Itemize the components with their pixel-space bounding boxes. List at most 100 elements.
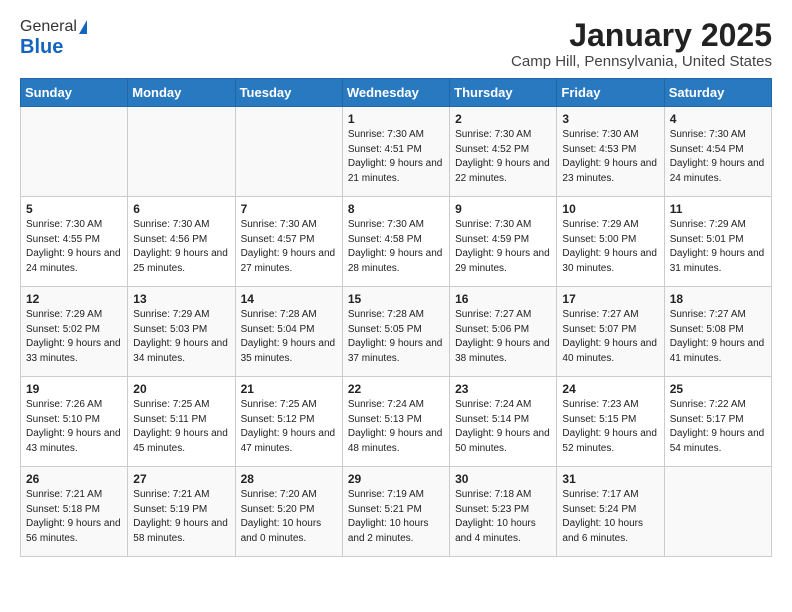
calendar-cell: 7 Sunrise: 7:30 AM Sunset: 4:57 PM Daylig… bbox=[235, 197, 342, 287]
calendar-week-row: 26 Sunrise: 7:21 AM Sunset: 5:18 PM Dayli… bbox=[21, 467, 772, 557]
day-number: 10 bbox=[562, 202, 658, 216]
day-number: 24 bbox=[562, 382, 658, 396]
calendar-cell: 12 Sunrise: 7:29 AM Sunset: 5:02 PM Dayli… bbox=[21, 287, 128, 377]
day-info: Sunrise: 7:17 AM Sunset: 5:24 PM Dayligh… bbox=[562, 488, 658, 546]
day-info: Sunrise: 7:23 AM Sunset: 5:15 PM Dayligh… bbox=[562, 398, 658, 456]
day-number: 8 bbox=[348, 202, 444, 216]
day-info: Sunrise: 7:29 AM Sunset: 5:02 PM Dayligh… bbox=[26, 308, 122, 366]
day-info: Sunrise: 7:29 AM Sunset: 5:01 PM Dayligh… bbox=[670, 218, 766, 276]
day-number: 2 bbox=[455, 112, 551, 126]
day-number: 6 bbox=[133, 202, 229, 216]
day-number: 12 bbox=[26, 292, 122, 306]
day-number: 11 bbox=[670, 202, 766, 216]
calendar-cell: 8 Sunrise: 7:30 AM Sunset: 4:58 PM Daylig… bbox=[342, 197, 449, 287]
calendar-cell: 17 Sunrise: 7:27 AM Sunset: 5:07 PM Dayli… bbox=[557, 287, 664, 377]
weekday-header: Friday bbox=[557, 79, 664, 107]
calendar-cell: 15 Sunrise: 7:28 AM Sunset: 5:05 PM Dayli… bbox=[342, 287, 449, 377]
calendar-page: General Blue January 2025 Camp Hill, Pen… bbox=[0, 0, 792, 575]
calendar-cell: 13 Sunrise: 7:29 AM Sunset: 5:03 PM Dayli… bbox=[128, 287, 235, 377]
calendar-cell: 3 Sunrise: 7:30 AM Sunset: 4:53 PM Daylig… bbox=[557, 107, 664, 197]
day-info: Sunrise: 7:29 AM Sunset: 5:03 PM Dayligh… bbox=[133, 308, 229, 366]
day-info: Sunrise: 7:22 AM Sunset: 5:17 PM Dayligh… bbox=[670, 398, 766, 456]
day-number: 19 bbox=[26, 382, 122, 396]
calendar-cell bbox=[21, 107, 128, 197]
calendar-header: SundayMondayTuesdayWednesdayThursdayFrid… bbox=[21, 79, 772, 107]
header: General Blue January 2025 Camp Hill, Pen… bbox=[20, 18, 772, 70]
day-info: Sunrise: 7:21 AM Sunset: 5:18 PM Dayligh… bbox=[26, 488, 122, 546]
weekday-header: Saturday bbox=[664, 79, 771, 107]
day-number: 16 bbox=[455, 292, 551, 306]
day-info: Sunrise: 7:30 AM Sunset: 4:52 PM Dayligh… bbox=[455, 128, 551, 186]
calendar-week-row: 12 Sunrise: 7:29 AM Sunset: 5:02 PM Dayli… bbox=[21, 287, 772, 377]
day-number: 3 bbox=[562, 112, 658, 126]
day-number: 14 bbox=[241, 292, 337, 306]
day-number: 28 bbox=[241, 472, 337, 486]
day-info: Sunrise: 7:27 AM Sunset: 5:06 PM Dayligh… bbox=[455, 308, 551, 366]
day-info: Sunrise: 7:25 AM Sunset: 5:11 PM Dayligh… bbox=[133, 398, 229, 456]
calendar-cell bbox=[235, 107, 342, 197]
day-number: 30 bbox=[455, 472, 551, 486]
weekday-header: Thursday bbox=[450, 79, 557, 107]
day-info: Sunrise: 7:28 AM Sunset: 5:05 PM Dayligh… bbox=[348, 308, 444, 366]
day-info: Sunrise: 7:28 AM Sunset: 5:04 PM Dayligh… bbox=[241, 308, 337, 366]
day-info: Sunrise: 7:18 AM Sunset: 5:23 PM Dayligh… bbox=[455, 488, 551, 546]
day-info: Sunrise: 7:19 AM Sunset: 5:21 PM Dayligh… bbox=[348, 488, 444, 546]
day-number: 17 bbox=[562, 292, 658, 306]
day-number: 7 bbox=[241, 202, 337, 216]
calendar-week-row: 19Sunrise: 7:26 AM Sunset: 5:10 PM Dayli… bbox=[21, 377, 772, 467]
day-number: 27 bbox=[133, 472, 229, 486]
calendar-cell: 10 Sunrise: 7:29 AM Sunset: 5:00 PM Dayli… bbox=[557, 197, 664, 287]
day-number: 21 bbox=[241, 382, 337, 396]
calendar-cell: 21 Sunrise: 7:25 AM Sunset: 5:12 PM Dayli… bbox=[235, 377, 342, 467]
day-number: 29 bbox=[348, 472, 444, 486]
day-info: Sunrise: 7:30 AM Sunset: 4:55 PM Dayligh… bbox=[26, 218, 122, 276]
title-block: January 2025 Camp Hill, Pennsylvania, Un… bbox=[511, 18, 772, 70]
weekday-header: Monday bbox=[128, 79, 235, 107]
calendar-cell: 30 Sunrise: 7:18 AM Sunset: 5:23 PM Dayli… bbox=[450, 467, 557, 557]
day-info: Sunrise: 7:27 AM Sunset: 5:08 PM Dayligh… bbox=[670, 308, 766, 366]
calendar-cell: 23 Sunrise: 7:24 AM Sunset: 5:14 PM Dayli… bbox=[450, 377, 557, 467]
day-number: 15 bbox=[348, 292, 444, 306]
calendar-cell: 26 Sunrise: 7:21 AM Sunset: 5:18 PM Dayli… bbox=[21, 467, 128, 557]
logo: General Blue bbox=[20, 18, 87, 59]
calendar-cell bbox=[664, 467, 771, 557]
day-number: 9 bbox=[455, 202, 551, 216]
calendar-cell: 20Sunrise: 7:25 AM Sunset: 5:11 PM Dayli… bbox=[128, 377, 235, 467]
calendar-cell bbox=[128, 107, 235, 197]
calendar-title: January 2025 bbox=[511, 18, 772, 53]
calendar-cell: 4Sunrise: 7:30 AM Sunset: 4:54 PM Daylig… bbox=[664, 107, 771, 197]
calendar-week-row: 5 Sunrise: 7:30 AM Sunset: 4:55 PM Daylig… bbox=[21, 197, 772, 287]
day-number: 13 bbox=[133, 292, 229, 306]
calendar-cell: 2 Sunrise: 7:30 AM Sunset: 4:52 PM Daylig… bbox=[450, 107, 557, 197]
logo-general-text: General bbox=[20, 18, 77, 36]
calendar-cell: 9Sunrise: 7:30 AM Sunset: 4:59 PM Daylig… bbox=[450, 197, 557, 287]
day-number: 26 bbox=[26, 472, 122, 486]
day-info: Sunrise: 7:24 AM Sunset: 5:14 PM Dayligh… bbox=[455, 398, 551, 456]
day-info: Sunrise: 7:27 AM Sunset: 5:07 PM Dayligh… bbox=[562, 308, 658, 366]
day-info: Sunrise: 7:30 AM Sunset: 4:58 PM Dayligh… bbox=[348, 218, 444, 276]
calendar-cell: 6Sunrise: 7:30 AM Sunset: 4:56 PM Daylig… bbox=[128, 197, 235, 287]
calendar-cell: 29 Sunrise: 7:19 AM Sunset: 5:21 PM Dayli… bbox=[342, 467, 449, 557]
day-info: Sunrise: 7:21 AM Sunset: 5:19 PM Dayligh… bbox=[133, 488, 229, 546]
calendar-cell: 22Sunrise: 7:24 AM Sunset: 5:13 PM Dayli… bbox=[342, 377, 449, 467]
logo-blue-text: Blue bbox=[20, 36, 63, 59]
day-info: Sunrise: 7:30 AM Sunset: 4:57 PM Dayligh… bbox=[241, 218, 337, 276]
day-info: Sunrise: 7:25 AM Sunset: 5:12 PM Dayligh… bbox=[241, 398, 337, 456]
weekday-row: SundayMondayTuesdayWednesdayThursdayFrid… bbox=[21, 79, 772, 107]
calendar-cell: 14 Sunrise: 7:28 AM Sunset: 5:04 PM Dayli… bbox=[235, 287, 342, 377]
day-number: 1 bbox=[348, 112, 444, 126]
calendar-subtitle: Camp Hill, Pennsylvania, United States bbox=[511, 53, 772, 70]
day-number: 23 bbox=[455, 382, 551, 396]
day-number: 4 bbox=[670, 112, 766, 126]
day-number: 5 bbox=[26, 202, 122, 216]
calendar-cell: 18Sunrise: 7:27 AM Sunset: 5:08 PM Dayli… bbox=[664, 287, 771, 377]
calendar-cell: 24 Sunrise: 7:23 AM Sunset: 5:15 PM Dayli… bbox=[557, 377, 664, 467]
calendar-cell: 16 Sunrise: 7:27 AM Sunset: 5:06 PM Dayli… bbox=[450, 287, 557, 377]
day-number: 22 bbox=[348, 382, 444, 396]
day-info: Sunrise: 7:29 AM Sunset: 5:00 PM Dayligh… bbox=[562, 218, 658, 276]
calendar-cell: 11 Sunrise: 7:29 AM Sunset: 5:01 PM Dayli… bbox=[664, 197, 771, 287]
day-info: Sunrise: 7:30 AM Sunset: 4:53 PM Dayligh… bbox=[562, 128, 658, 186]
weekday-header: Tuesday bbox=[235, 79, 342, 107]
day-info: Sunrise: 7:20 AM Sunset: 5:20 PM Dayligh… bbox=[241, 488, 337, 546]
weekday-header: Wednesday bbox=[342, 79, 449, 107]
